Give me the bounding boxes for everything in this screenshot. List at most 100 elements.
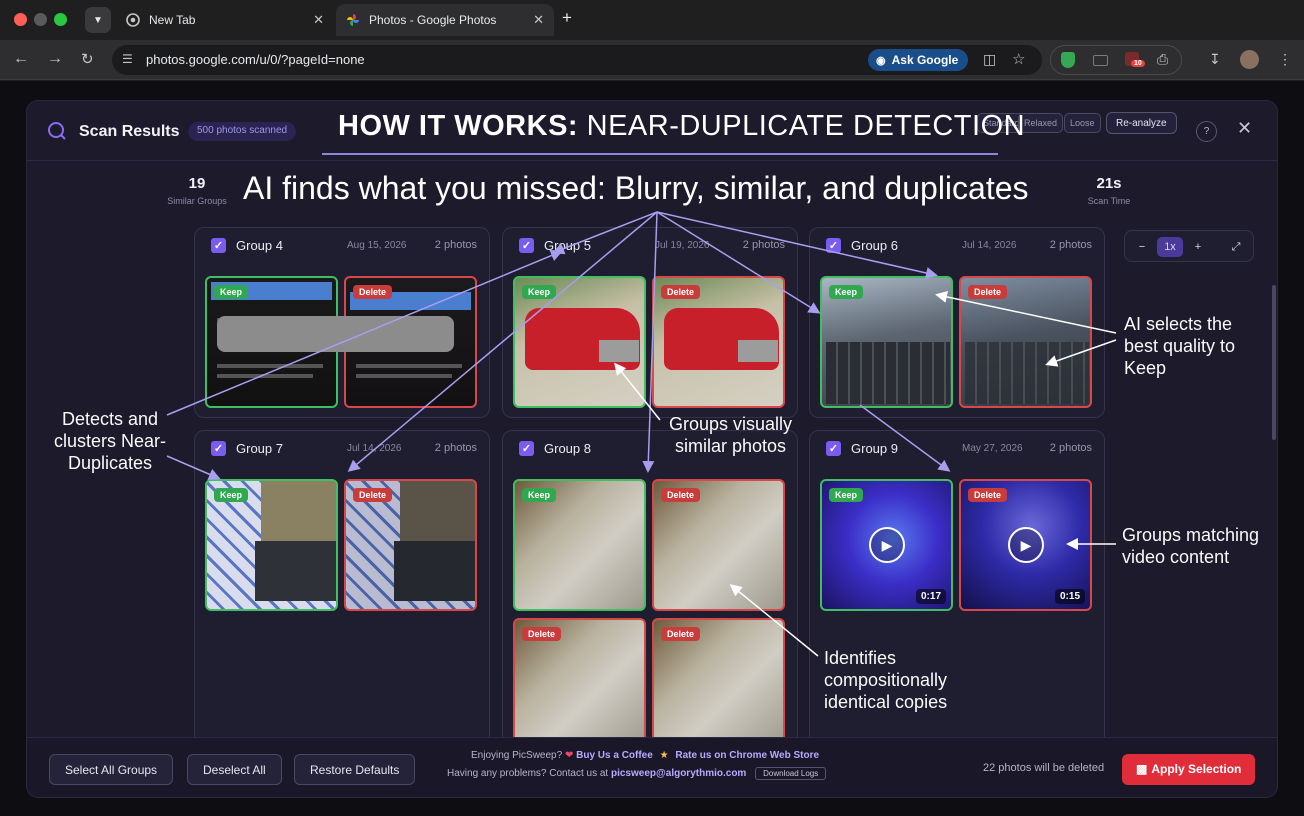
avatar[interactable] xyxy=(1240,50,1259,69)
group-checkbox[interactable]: ✓ xyxy=(211,238,226,253)
download-logs-button[interactable]: Download Logs xyxy=(755,767,827,780)
group-date: Jul 19, 2026 xyxy=(655,240,710,251)
play-icon[interactable]: ▶ xyxy=(1008,527,1044,563)
zoom-out-button[interactable]: − xyxy=(1131,237,1153,257)
delete-tag[interactable]: Delete xyxy=(968,285,1008,299)
close-tab-icon[interactable]: ✕ xyxy=(313,12,324,28)
keep-tag[interactable]: Keep xyxy=(829,488,864,502)
delete-tag[interactable]: Delete xyxy=(353,488,393,502)
modal-footer: Select All Groups Deselect All Restore D… xyxy=(27,737,1277,797)
redaction-box xyxy=(217,316,454,352)
photo-thumbnail[interactable]: Delete xyxy=(344,479,477,611)
lens-icon: ◉ xyxy=(876,54,886,67)
deselect-all-button[interactable]: Deselect All xyxy=(187,754,282,785)
group-checkbox[interactable]: ✓ xyxy=(826,441,841,456)
group-checkbox[interactable]: ✓ xyxy=(519,238,534,253)
photo-thumbnail[interactable]: Delete xyxy=(513,618,646,750)
forward-arrow-icon[interactable]: → xyxy=(47,50,63,68)
keep-tag[interactable]: Keep xyxy=(214,488,249,502)
delete-tag[interactable]: Delete xyxy=(661,285,701,299)
play-icon[interactable]: ▶ xyxy=(869,527,905,563)
tab-new-tab[interactable]: New Tab ✕ xyxy=(116,4,334,36)
bookmark-star-icon[interactable]: ☆ xyxy=(1012,50,1025,68)
restore-defaults-button[interactable]: Restore Defaults xyxy=(294,754,416,785)
tab-title: New Tab xyxy=(149,13,196,27)
new-tab-button[interactable]: + xyxy=(562,8,572,28)
window-extension-icon[interactable] xyxy=(1093,55,1108,66)
annotation-groups-visually: Groups visually similar photos xyxy=(668,414,793,456)
delete-tag[interactable]: Delete xyxy=(968,488,1008,502)
site-settings-icon[interactable]: ☰ xyxy=(122,52,133,66)
maximize-window-button[interactable] xyxy=(54,13,67,26)
shield-extension-icon[interactable] xyxy=(1061,52,1075,68)
photo-thumbnail[interactable]: Keep xyxy=(513,276,646,408)
delete-tag[interactable]: Delete xyxy=(353,285,393,299)
expand-icon[interactable]: ⤢ xyxy=(1225,237,1247,257)
car-grille xyxy=(599,340,639,362)
email-link[interactable]: picsweep@algorythmio.com xyxy=(611,768,746,779)
tab-google-photos[interactable]: Photos - Google Photos ✕ xyxy=(336,4,554,36)
stat-label: Scan Time xyxy=(1087,196,1131,206)
help-button[interactable]: ? xyxy=(1196,121,1217,142)
delete-tag[interactable]: Delete xyxy=(522,627,562,641)
download-icon[interactable]: ↧ xyxy=(1209,51,1221,68)
annotation-identifies: Identifies compositionally identical cop… xyxy=(824,648,948,712)
delete-tag[interactable]: Delete xyxy=(661,627,701,641)
address-bar[interactable]: ☰ photos.google.com/u/0/?pageId=none ◉ A… xyxy=(112,45,1042,75)
video-duration: 0:17 xyxy=(915,589,946,604)
keep-tag[interactable]: Keep xyxy=(829,285,864,299)
search-icon xyxy=(47,121,67,146)
zoom-level-button[interactable]: 1x xyxy=(1157,237,1183,257)
coffee-link[interactable]: Buy Us a Coffee xyxy=(576,750,653,761)
group-count: 2 photos xyxy=(1049,239,1092,251)
minimize-window-button[interactable] xyxy=(34,13,47,26)
chrome-icon xyxy=(126,13,140,27)
group-date: Aug 15, 2026 xyxy=(347,240,407,251)
apply-selection-button[interactable]: ▩ Apply Selection xyxy=(1122,754,1256,785)
text-line xyxy=(217,374,313,378)
reload-icon[interactable]: ↻ xyxy=(81,50,94,68)
photo-thumbnail[interactable]: Keep xyxy=(513,479,646,611)
tab-strip: ▼ New Tab ✕ Photos - Google Photos ✕ + xyxy=(0,0,1304,40)
rate-link[interactable]: Rate us on Chrome Web Store xyxy=(675,750,819,761)
more-menu-icon[interactable]: ⋮ xyxy=(1278,51,1292,68)
group-count: 2 photos xyxy=(1049,442,1092,454)
overlay-title: HOW IT WORKS: NEAR-DUPLICATE DETECTION xyxy=(338,110,1025,143)
close-icon[interactable]: ✕ xyxy=(1237,118,1252,139)
apply-label: Apply Selection xyxy=(1151,762,1242,776)
sensitivity-loose[interactable]: Loose xyxy=(1064,113,1101,133)
delete-tag[interactable]: Delete xyxy=(661,488,701,502)
photo-thumbnail[interactable]: Delete xyxy=(652,618,785,750)
photo-thumbnail[interactable]: Delete xyxy=(959,276,1092,408)
zoom-in-button[interactable]: + xyxy=(1187,237,1209,257)
group-checkbox[interactable]: ✓ xyxy=(519,441,534,456)
scrollbar[interactable] xyxy=(1272,285,1276,440)
group-checkbox[interactable]: ✓ xyxy=(826,238,841,253)
url-text[interactable]: photos.google.com/u/0/?pageId=none xyxy=(146,52,365,67)
back-arrow-icon[interactable]: ← xyxy=(13,50,29,68)
reanalyze-button[interactable]: Re-analyze xyxy=(1106,112,1177,134)
keyboard xyxy=(255,541,336,601)
photo-thumbnail[interactable]: Delete xyxy=(652,479,785,611)
group-count: 2 photos xyxy=(434,239,477,251)
title-underline xyxy=(322,153,998,155)
select-all-groups-button[interactable]: Select All Groups xyxy=(49,754,174,785)
keep-tag[interactable]: Keep xyxy=(214,285,249,299)
video-thumbnail[interactable]: Keep ▶ 0:17 xyxy=(820,479,953,611)
ask-google-button[interactable]: ◉ Ask Google xyxy=(868,49,969,71)
keep-tag[interactable]: Keep xyxy=(522,285,557,299)
tab-search-button[interactable]: ▼ xyxy=(85,7,111,33)
group-checkbox[interactable]: ✓ xyxy=(211,441,226,456)
extensions-group: 10 ⎙ xyxy=(1050,45,1182,75)
photo-thumbnail[interactable]: Delete xyxy=(652,276,785,408)
keep-tag[interactable]: Keep xyxy=(522,488,557,502)
group-card: ✓ Group 8 Keep Delete Delete Delete xyxy=(502,430,798,750)
video-thumbnail[interactable]: Delete ▶ 0:15 xyxy=(959,479,1092,611)
close-window-button[interactable] xyxy=(14,13,27,26)
close-tab-icon[interactable]: ✕ xyxy=(533,12,544,28)
heart-icon: ❤ xyxy=(564,750,574,761)
cast-icon[interactable]: ◫ xyxy=(983,51,996,68)
puzzle-icon[interactable]: ⎙ xyxy=(1157,51,1168,68)
photo-thumbnail[interactable]: Keep xyxy=(205,479,338,611)
photo-thumbnail[interactable]: Keep xyxy=(820,276,953,408)
